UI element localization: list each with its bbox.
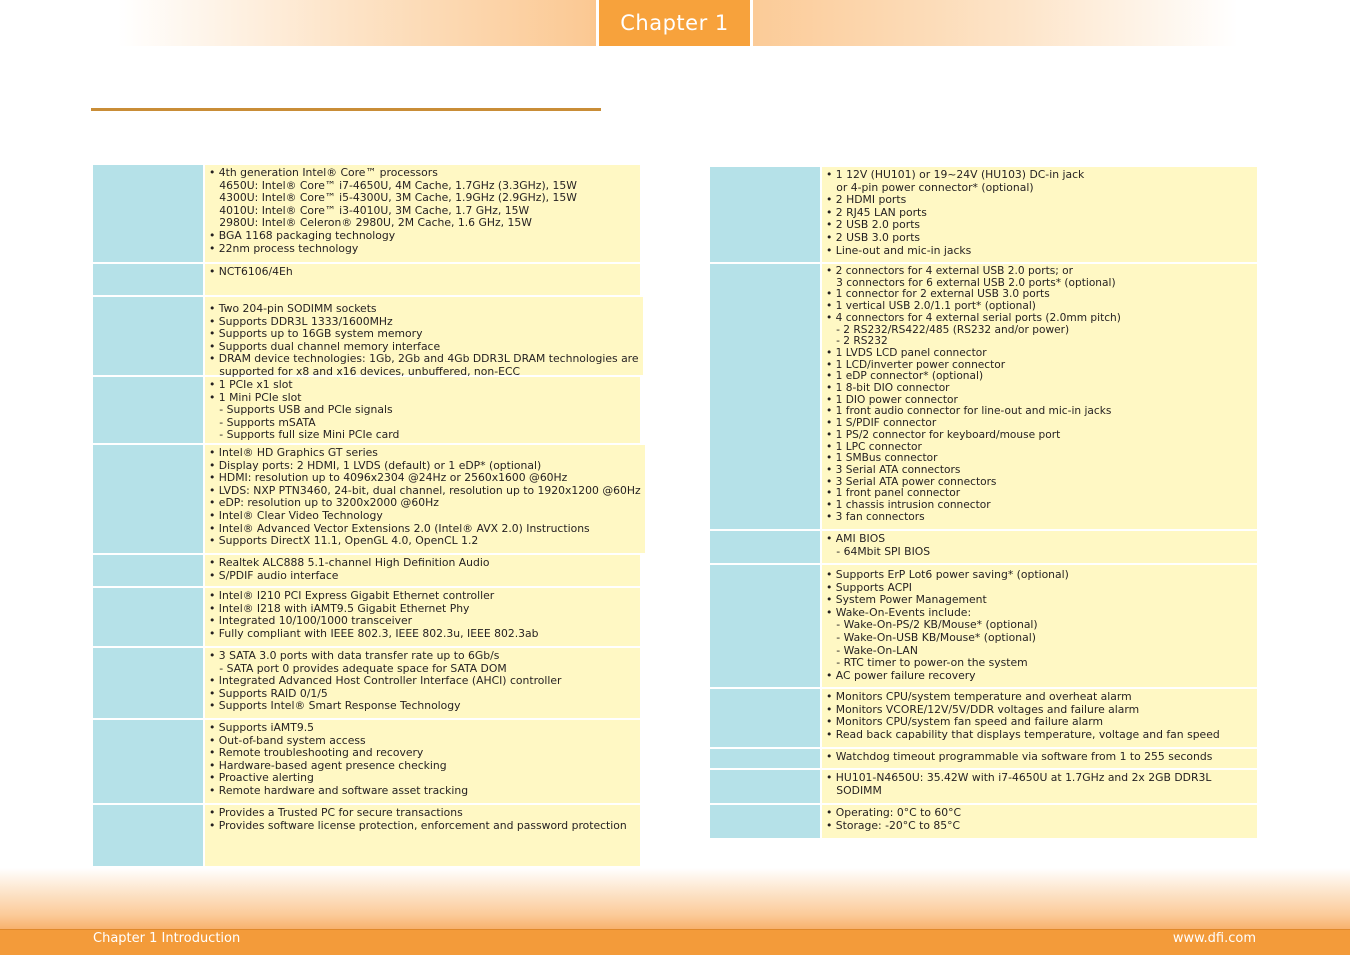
table-row: • 4th generation Intel® Core™ processors… [93,165,640,264]
row-value-cell: • NCT6106/4Eh [205,264,640,295]
row-label-cell [710,531,820,563]
table-row: • Realtek ALC888 5.1-channel High Defini… [93,555,640,588]
row-label-cell [710,770,820,803]
footer-gradient-band [0,868,1350,930]
row-value-cell: • 1 12V (HU101) or 19~24V (HU103) DC-in … [822,167,1257,262]
section-title-rule [91,108,601,111]
footer-website-link[interactable]: www.dfi.com [1173,930,1256,947]
row-value-cell: • Monitors CPU/system temperature and ov… [822,689,1257,747]
table-row: • 1 12V (HU101) or 19~24V (HU103) DC-in … [710,167,1257,264]
table-row: • HU101-N4650U: 35.42W with i7-4650U at … [710,770,1257,805]
table-row: • AMI BIOS - 64Mbit SPI BIOS [710,531,1257,565]
table-row: • Supports ErP Lot6 power saving* (optio… [710,565,1257,689]
table-row: • Intel® I210 PCI Express Gigabit Ethern… [93,588,640,648]
footer-chapter-label: Chapter 1 Introduction [93,931,241,946]
table-row: • 3 SATA 3.0 ports with data transfer ra… [93,648,640,720]
row-value-cell: • 4th generation Intel® Core™ processors… [205,165,640,262]
chapter-tab: Chapter 1 [599,0,750,46]
table-row: • Watchdog timeout programmable via soft… [710,749,1257,770]
row-label-cell [93,555,203,586]
row-value-cell: • Two 204-pin SODIMM sockets • Supports … [205,297,643,378]
row-value-cell: • 3 SATA 3.0 ports with data transfer ra… [205,648,640,718]
row-label-cell [93,297,203,375]
row-value-cell: • Intel® HD Graphics GT series • Display… [205,445,645,553]
row-value-cell: • Supports iAMT9.5 • Out-of-band system … [205,720,640,803]
row-label-cell [93,648,203,718]
row-label-cell [710,565,820,687]
table-row: • Monitors CPU/system temperature and ov… [710,689,1257,749]
table-row: • 2 connectors for 4 external USB 2.0 po… [710,264,1257,531]
spec-table-left: • 4th generation Intel® Core™ processors… [93,165,645,866]
spec-table-right: • 1 12V (HU101) or 19~24V (HU103) DC-in … [710,167,1257,838]
row-value-cell: • Operating: 0°C to 60°C • Storage: -20°… [822,805,1257,838]
row-value-cell: • AMI BIOS - 64Mbit SPI BIOS [822,531,1257,563]
row-label-cell [710,264,820,529]
row-label-cell [93,264,203,295]
table-row: • NCT6106/4Eh [93,264,640,297]
table-row: • Provides a Trusted PC for secure trans… [93,805,640,866]
row-label-cell [93,588,203,646]
row-label-cell [710,689,820,747]
table-row: • Operating: 0°C to 60°C • Storage: -20°… [710,805,1257,838]
row-value-cell: • Realtek ALC888 5.1-channel High Defini… [205,555,640,586]
row-value-cell: • Provides a Trusted PC for secure trans… [205,805,640,866]
row-value-cell: • Watchdog timeout programmable via soft… [822,749,1257,768]
header-separator [750,0,753,46]
row-label-cell [93,445,203,553]
row-value-cell: • Intel® I210 PCI Express Gigabit Ethern… [205,588,640,646]
row-label-cell [93,377,203,443]
row-value-cell: • Supports ErP Lot6 power saving* (optio… [822,565,1257,687]
row-value-cell: • 2 connectors for 4 external USB 2.0 po… [822,264,1257,529]
table-row: • 1 PCIe x1 slot • 1 Mini PCIe slot - Su… [93,377,640,445]
row-label-cell [93,805,203,866]
row-label-cell [710,805,820,838]
row-label-cell [93,165,203,262]
row-value-cell: • 1 PCIe x1 slot • 1 Mini PCIe slot - Su… [205,377,640,443]
row-value-cell: • HU101-N4650U: 35.42W with i7-4650U at … [822,770,1257,803]
row-label-cell [93,720,203,803]
table-row: • Intel® HD Graphics GT series • Display… [93,445,645,555]
table-row: • Supports iAMT9.5 • Out-of-band system … [93,720,640,805]
table-row: • Two 204-pin SODIMM sockets • Supports … [93,297,643,378]
row-label-cell [710,167,820,262]
row-label-cell [710,749,820,768]
